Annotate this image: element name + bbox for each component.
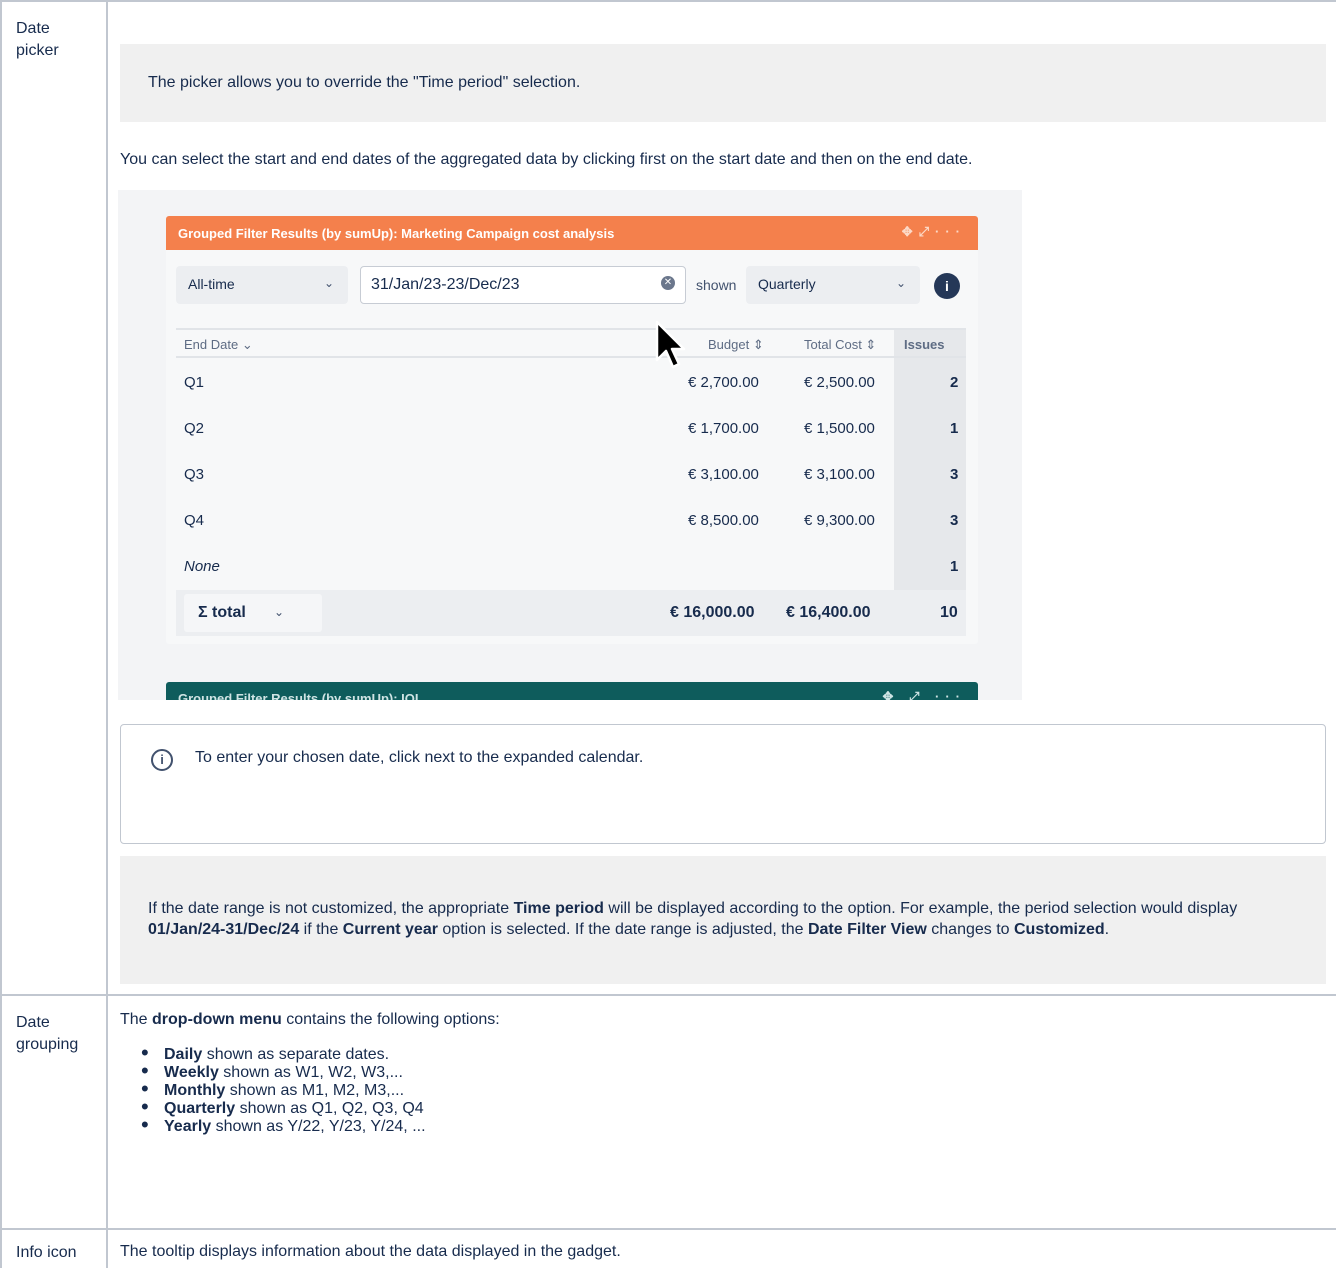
- gadget-header-icons: ✥ ⤢ ···: [882, 689, 966, 700]
- table-row: Q3 € 3,100.00 € 3,100.00 3: [176, 452, 966, 498]
- info-icon[interactable]: i: [934, 273, 960, 299]
- chevron-down-icon: ⌄: [323, 276, 334, 290]
- results-table: End Date ⌄ Budget ⇕ Total Cost ⇕ Issues …: [176, 328, 966, 640]
- row-budget: € 8,500.00: [688, 512, 759, 529]
- time-period-value: All-time: [188, 276, 235, 292]
- info-callout-text: To enter your chosen date, click next to…: [195, 749, 644, 766]
- gadget-header-icons: ✥⤢···: [902, 224, 966, 240]
- col-total-cost[interactable]: Total Cost ⇕: [804, 337, 876, 353]
- date-range-input[interactable]: 31/Jan/23-23/Dec/23 ✕: [360, 266, 686, 304]
- list-item: Daily shown as separate dates.: [138, 1044, 426, 1064]
- table-row: Q2 € 1,700.00 € 1,500.00 1: [176, 406, 966, 452]
- row-cost: € 1,500.00: [804, 420, 875, 437]
- expand-icon[interactable]: ⤢: [919, 224, 935, 239]
- total-issues: 10: [940, 604, 958, 621]
- col-end-date[interactable]: End Date ⌄: [184, 337, 253, 353]
- row-issues: 1: [950, 420, 959, 437]
- row-label: None: [184, 558, 220, 575]
- row-label: Q2: [184, 420, 205, 437]
- row-label-date-picker: Date picker: [0, 2, 108, 994]
- move-icon[interactable]: ✥: [902, 224, 919, 239]
- total-budget: € 16,000.00: [670, 604, 755, 621]
- second-gadget-title: Grouped Filter Results (by sumUp): IQI: [178, 691, 419, 700]
- total-cost: € 16,400.00: [786, 604, 871, 621]
- date-range-value: 31/Jan/23-23/Dec/23: [371, 276, 520, 293]
- customization-note-text: If the date range is not customized, the…: [148, 900, 1238, 938]
- mouse-cursor-icon: [655, 320, 686, 369]
- table-row: Q1 € 2,700.00 € 2,500.00 2: [176, 360, 966, 406]
- more-icon[interactable]: ···: [935, 224, 966, 239]
- info-icon-description: The tooltip displays information about t…: [120, 1243, 621, 1260]
- row-issues: 3: [950, 512, 959, 529]
- row-budget: € 3,100.00: [688, 466, 759, 483]
- table-row: Q4 € 8,500.00 € 9,300.00 3: [176, 498, 966, 544]
- info-callout: i To enter your chosen date, click next …: [120, 724, 1326, 844]
- row-cost: € 2,500.00: [804, 374, 875, 391]
- customization-note-panel: If the date range is not customized, the…: [120, 856, 1326, 984]
- col-issues[interactable]: Issues: [904, 337, 944, 352]
- shown-label: shown: [696, 277, 737, 293]
- gadget-card: Grouped Filter Results (by sumUp): Marke…: [166, 216, 978, 644]
- row-budget: € 1,700.00: [688, 420, 759, 437]
- row-cost: € 3,100.00: [804, 466, 875, 483]
- grouping-options-list: Daily shown as separate dates. Weekly sh…: [138, 1044, 426, 1136]
- picker-note-text: The picker allows you to override the "T…: [148, 74, 581, 91]
- grouping-value: Quarterly: [758, 276, 816, 292]
- gadget-screenshot: Grouped Filter Results (by sumUp): Marke…: [118, 190, 1022, 700]
- second-gadget-header: Grouped Filter Results (by sumUp): IQI ✥…: [166, 682, 978, 700]
- row-info-icon: Info icon The tooltip displays informati…: [0, 1228, 1336, 1268]
- grouping-intro: The drop-down menu contains the followin…: [120, 1011, 500, 1028]
- chevron-down-icon: ⌄: [273, 605, 284, 619]
- total-row: Σ total ⌄ € 16,000.00 € 16,400.00 10: [176, 590, 966, 636]
- gadget-header: Grouped Filter Results (by sumUp): Marke…: [166, 216, 978, 250]
- info-circle-icon: i: [151, 749, 173, 771]
- list-item: Monthly shown as M1, M2, M3,...: [138, 1080, 426, 1100]
- total-select[interactable]: Σ total ⌄: [184, 594, 322, 632]
- documentation-table: Date picker The picker allows you to ove…: [0, 0, 1336, 1268]
- row-content-date-picker: The picker allows you to override the "T…: [108, 2, 1336, 994]
- row-issues: 2: [950, 374, 959, 391]
- clear-icon[interactable]: ✕: [661, 276, 675, 290]
- total-label: Σ total: [198, 604, 246, 621]
- row-content-info-icon: The tooltip displays information about t…: [108, 1230, 1336, 1268]
- gadget-title: Grouped Filter Results (by sumUp): Marke…: [178, 226, 615, 241]
- picker-instruction: You can select the start and end dates o…: [120, 151, 973, 168]
- picker-note-panel: The picker allows you to override the "T…: [120, 44, 1326, 122]
- table-row: None 1: [176, 544, 966, 590]
- row-issues: 3: [950, 466, 959, 483]
- list-item: Quarterly shown as Q1, Q2, Q3, Q4: [138, 1098, 426, 1118]
- row-label: Q4: [184, 512, 205, 529]
- list-item: Yearly shown as Y/22, Y/23, Y/24, ...: [138, 1116, 426, 1136]
- grouping-select[interactable]: Quarterly ⌄: [746, 266, 920, 304]
- row-label: Q1: [184, 374, 205, 391]
- row-cost: € 9,300.00: [804, 512, 875, 529]
- gadget-controls: All-time ⌄ 31/Jan/23-23/Dec/23 ✕ shown Q…: [176, 266, 976, 306]
- row-budget: € 2,700.00: [688, 374, 759, 391]
- row-label: Q3: [184, 466, 205, 483]
- list-item: Weekly shown as W1, W2, W3,...: [138, 1062, 426, 1082]
- row-issues: 1: [950, 558, 959, 575]
- row-label-info-icon: Info icon: [0, 1230, 108, 1268]
- table-header: End Date ⌄ Budget ⇕ Total Cost ⇕ Issues: [176, 328, 966, 358]
- chevron-down-icon: ⌄: [895, 276, 906, 290]
- col-budget[interactable]: Budget ⇕: [708, 337, 764, 353]
- time-period-select[interactable]: All-time ⌄: [176, 266, 348, 304]
- row-date-picker: Date picker The picker allows you to ove…: [0, 2, 1336, 996]
